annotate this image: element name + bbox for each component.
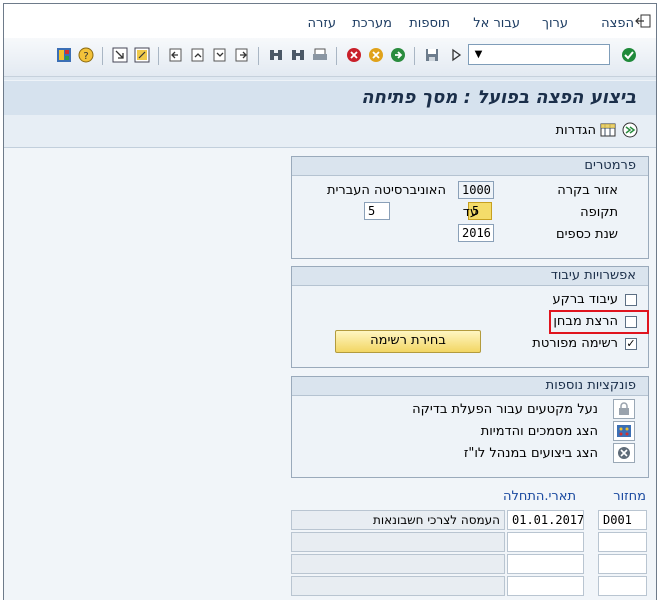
start-date-cell[interactable]: 01.01.2017: [507, 510, 584, 530]
menu-help[interactable]: עזרה: [308, 16, 336, 31]
command-field[interactable]: ▼: [468, 44, 610, 65]
parameters-group: פרמטרים אזור בקרה 1000 האוניברסיטה העברי…: [291, 156, 649, 259]
page-title: ביצוע הפצה בפועל : מסך פתיחה: [361, 87, 636, 108]
layout-menu-icon[interactable]: [56, 47, 72, 63]
last-page-icon[interactable]: [234, 47, 250, 63]
controlling-area-label: אזור בקרה: [557, 183, 618, 198]
cycle-cell[interactable]: [598, 576, 647, 596]
settings-grid-icon[interactable]: [600, 122, 616, 138]
scheduler-icon[interactable]: [613, 443, 635, 463]
menu-distribution[interactable]: הפצה: [601, 16, 634, 31]
layout-selection-button[interactable]: בחירת רשימה: [335, 330, 481, 353]
exit-transaction-icon[interactable]: [368, 47, 384, 63]
test-run-highlight: [549, 310, 649, 334]
shortcut-icon[interactable]: [112, 47, 128, 63]
period-to-field[interactable]: 5: [364, 202, 390, 220]
period-to-label: עד: [462, 205, 478, 220]
find-icon[interactable]: [268, 47, 284, 63]
column-header-start-date: תארי.התחלה: [502, 489, 576, 504]
additional-functions-header: פונקציות נוספות: [292, 377, 648, 396]
controlling-area-field: 1000: [458, 181, 494, 199]
title-bar: ביצוע הפצה בפועל : מסך פתיחה: [4, 80, 656, 117]
fiscal-year-label: שנת כספים: [555, 227, 618, 242]
chevron-down-icon[interactable]: ▼: [471, 47, 486, 62]
sap-window: הפצה ערוך עבור אל תוספות מערכת עזרה ▼ ? …: [3, 3, 657, 600]
start-date-cell[interactable]: [507, 554, 584, 574]
svg-text:?: ?: [83, 51, 88, 62]
cycle-text-cell: [291, 554, 505, 574]
first-page-icon[interactable]: [168, 47, 184, 63]
cycle-cell[interactable]: D001: [598, 510, 647, 530]
start-date-cell[interactable]: [507, 532, 584, 552]
print-icon[interactable]: [312, 47, 328, 63]
parameters-header: פרמטרים: [292, 157, 648, 176]
processing-options-header: אפשרויות עיבוד: [292, 267, 648, 286]
toolbar-separator: [258, 47, 259, 65]
enter-icon[interactable]: [621, 47, 637, 63]
cycle-text-cell: העמסה לצרכי חשבונאות: [291, 510, 505, 530]
execute-icon[interactable]: [622, 122, 638, 138]
detail-list-checkbox[interactable]: ✓: [625, 338, 637, 350]
cycle-cell[interactable]: [598, 554, 647, 574]
cycle-cell[interactable]: [598, 532, 647, 552]
menu-extras[interactable]: תוספות: [409, 16, 450, 31]
fiscal-year-field[interactable]: 2016: [458, 224, 494, 242]
save-icon[interactable]: [424, 47, 440, 63]
column-header-cycle: מחזור: [613, 489, 646, 504]
cycle-text-cell: [291, 576, 505, 596]
back-icon[interactable]: [390, 47, 406, 63]
lock-segments-label: נעל מקטעים עבור הפעלת בדיקה: [412, 402, 598, 417]
additional-functions-group: פונקציות נוספות נעל מקטעים עבור הפעלת בד…: [291, 376, 649, 478]
previous-page-icon[interactable]: [190, 47, 206, 63]
menu-edit[interactable]: ערוך: [542, 16, 568, 31]
controlling-area-text: האוניברסיטה העברית: [326, 183, 446, 198]
menu-system[interactable]: מערכת: [352, 16, 392, 31]
background-processing-checkbox[interactable]: [625, 294, 637, 306]
new-session-icon[interactable]: [134, 47, 150, 63]
toolbar-separator: [158, 47, 159, 65]
menu-bar: הפצה ערוך עבור אל תוספות מערכת עזרה: [4, 4, 656, 38]
detail-list-label: רשימה מפורטת: [532, 336, 618, 351]
cancel-icon[interactable]: [346, 47, 362, 63]
show-documents-label: הצג מסמכים והדמיות: [480, 424, 598, 439]
help-icon[interactable]: ?: [78, 47, 94, 63]
application-toolbar: הגדרות: [4, 115, 656, 148]
toolbar-separator: [414, 47, 415, 65]
show-scheduler-label: הצג ביצועים במנהל לו"ז: [463, 446, 598, 461]
settings-button[interactable]: הגדרות: [556, 123, 596, 138]
menu-goto[interactable]: עבור אל: [473, 16, 520, 31]
toolbar-separator: [102, 47, 103, 65]
period-label: תקופה: [580, 205, 618, 220]
next-page-icon[interactable]: [212, 47, 228, 63]
back-triangle-icon[interactable]: [448, 47, 464, 63]
content-area: פרמטרים אזור בקרה 1000 האוניברסיטה העברי…: [4, 148, 656, 600]
toolbar-separator: [336, 47, 337, 65]
background-processing-label: עיבוד ברקע: [552, 292, 618, 307]
cycle-text-cell: [291, 532, 505, 552]
documents-icon[interactable]: [613, 421, 635, 441]
standard-toolbar: ▼ ?: [4, 38, 656, 77]
lock-icon[interactable]: [613, 399, 635, 419]
start-date-cell[interactable]: [507, 576, 584, 596]
exit-icon[interactable]: [635, 14, 651, 28]
find-next-icon[interactable]: [290, 47, 306, 63]
